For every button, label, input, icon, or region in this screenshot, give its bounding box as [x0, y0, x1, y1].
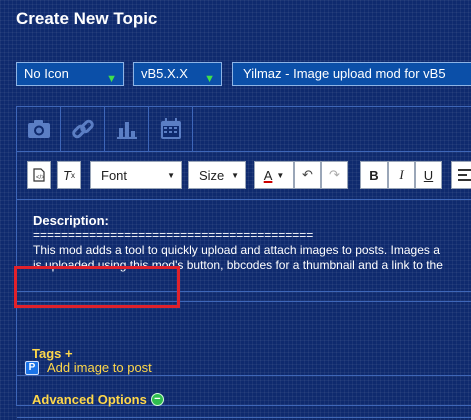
size-dropdown-label: Size	[199, 167, 225, 183]
divider	[16, 375, 471, 376]
tags-toggle[interactable]: Tags +	[32, 346, 73, 361]
content-rule: ========================================	[33, 228, 314, 242]
highlight-annotation	[14, 266, 180, 308]
version-select-value: vB5.X.X	[141, 66, 188, 81]
calendar-icon[interactable]	[149, 107, 193, 151]
caret-down-icon: ▼	[276, 170, 285, 180]
advanced-options-label: Advanced Options	[32, 392, 147, 407]
bold-button[interactable]: B	[360, 161, 388, 189]
advanced-options-toggle[interactable]: Advanced Options −	[32, 392, 164, 407]
underline-button[interactable]: U	[415, 161, 442, 189]
subject-input[interactable]: Yilmaz - Image upload mod for vB5	[232, 62, 471, 86]
version-select[interactable]: vB5.X.X ▼	[133, 62, 222, 86]
redo-icon[interactable]: ↷	[321, 161, 348, 189]
caret-down-icon: ▼	[167, 171, 175, 180]
add-image-button[interactable]: P Add image to post	[25, 360, 152, 375]
editor-toolbar: </> Tx Font ▼ Size ▼ A ▼ ↶ ↷ B I U	[17, 151, 471, 200]
page-title: Create New Topic	[16, 9, 158, 28]
italic-button[interactable]: I	[388, 161, 415, 189]
chevron-down-icon: ▼	[106, 73, 117, 85]
text-color-label: A	[263, 167, 273, 183]
source-icon[interactable]: </>	[27, 161, 51, 189]
font-dropdown[interactable]: Font ▼	[90, 161, 182, 189]
content-heading: Description:	[33, 213, 109, 228]
align-left-icon[interactable]	[451, 161, 471, 189]
content-line: This mod adds a tool to quickly upload a…	[33, 243, 440, 257]
text-color-button[interactable]: A ▼	[254, 161, 294, 189]
divider	[17, 417, 471, 418]
chart-icon[interactable]	[105, 107, 149, 151]
svg-text:</>: </>	[36, 175, 45, 181]
attachment-bar	[17, 107, 471, 151]
collapse-icon: −	[150, 393, 164, 406]
editor: </> Tx Font ▼ Size ▼ A ▼ ↶ ↷ B I U Descr…	[16, 106, 471, 418]
link-icon[interactable]	[61, 107, 105, 151]
size-dropdown[interactable]: Size ▼	[188, 161, 246, 189]
font-dropdown-label: Font	[101, 167, 128, 183]
icon-select[interactable]: No Icon ▼	[16, 62, 124, 86]
undo-icon[interactable]: ↶	[294, 161, 321, 189]
clear-format-icon[interactable]: Tx	[57, 161, 81, 189]
icon-select-value: No Icon	[24, 66, 69, 81]
chevron-down-icon: ▼	[204, 73, 215, 85]
add-image-label: Add image to post	[47, 360, 152, 375]
camera-icon[interactable]	[17, 107, 61, 151]
image-upload-icon: P	[25, 360, 39, 375]
caret-down-icon: ▼	[231, 171, 239, 180]
